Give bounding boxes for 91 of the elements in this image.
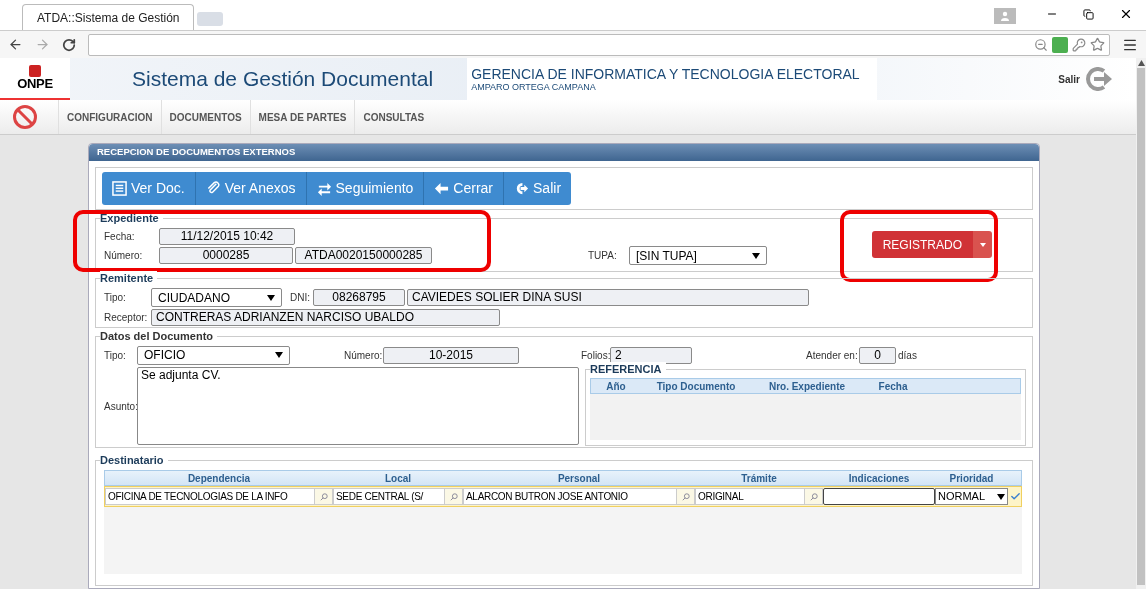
key-icon[interactable] bbox=[1072, 37, 1086, 52]
priority-select[interactable]: NORMAL bbox=[935, 488, 1008, 505]
field-label: DNI: bbox=[290, 291, 311, 305]
read-only-field: 0 bbox=[859, 346, 896, 364]
read-only-field: 0000285 bbox=[159, 247, 293, 264]
app-title: Sistema de Gestión Documental bbox=[132, 66, 434, 93]
scroll-up-icon[interactable] bbox=[1137, 60, 1145, 66]
read-only-field: 08268795 bbox=[313, 289, 405, 306]
select-field[interactable]: OFICIO bbox=[137, 345, 290, 365]
search-icon[interactable] bbox=[314, 489, 332, 504]
field-label: Asunto: bbox=[104, 399, 138, 414]
browser-tab[interactable]: ATDA::Sistema de Gestión bbox=[22, 4, 194, 30]
logo-icon bbox=[29, 65, 41, 77]
caret-icon bbox=[752, 252, 760, 259]
column-header: Fecha bbox=[877, 379, 909, 394]
column-header: Prioridad bbox=[948, 471, 995, 486]
section-legend: Destinatario bbox=[100, 453, 168, 467]
user-name: AMPARO ORTEGA CAMPANA bbox=[471, 82, 597, 92]
dropdown-toggle[interactable] bbox=[973, 231, 992, 258]
read-only-field: 10-2015 bbox=[383, 346, 519, 364]
check-icon[interactable] bbox=[1010, 491, 1021, 502]
menu-item[interactable]: CONSULTAS bbox=[354, 100, 433, 134]
shield-icon[interactable] bbox=[1052, 36, 1068, 53]
arrow-left-icon bbox=[434, 181, 450, 196]
menu-item[interactable]: MESA DE PARTES bbox=[249, 100, 355, 134]
field-label: Tipo: bbox=[104, 348, 127, 363]
caret-icon bbox=[997, 493, 1005, 500]
column-header: Nro. Expediente bbox=[767, 379, 847, 394]
caret-icon bbox=[275, 352, 283, 358]
section-legend: REFERENCIA bbox=[590, 362, 666, 376]
menu-item[interactable]: CONFIGURACION bbox=[58, 100, 161, 134]
toolbar-button[interactable]: Ver Anexos bbox=[195, 172, 307, 205]
read-only-field: 11/12/2015 10:42 bbox=[159, 228, 295, 245]
select-field[interactable]: [SIN TUPA] bbox=[629, 246, 767, 265]
field-label: Tipo: bbox=[104, 291, 127, 305]
paperclip-icon bbox=[205, 181, 221, 196]
field-label: días bbox=[898, 348, 917, 363]
logo-text: ONPE bbox=[17, 77, 53, 91]
back-icon[interactable] bbox=[8, 37, 23, 52]
panel-header: RECEPCION DE DOCUMENTOS EXTERNOS bbox=[89, 144, 1039, 161]
logout-link[interactable]: Salir bbox=[1058, 71, 1080, 87]
star-icon[interactable] bbox=[1090, 37, 1105, 52]
profile-icon[interactable] bbox=[994, 8, 1016, 24]
reload-icon[interactable] bbox=[62, 37, 76, 52]
field-label: Número: bbox=[344, 348, 383, 363]
status-button[interactable]: REGISTRADO bbox=[871, 231, 973, 258]
forward-icon[interactable] bbox=[35, 37, 50, 52]
select-field[interactable]: CIUDADANO bbox=[151, 288, 282, 307]
toolbar-button[interactable]: Ver Doc. bbox=[102, 172, 196, 205]
search-icon[interactable] bbox=[444, 489, 462, 504]
read-only-field: CONTRERAS ADRIANZEN NARCISO UBALDO bbox=[151, 309, 500, 326]
swap-arrows-icon bbox=[316, 181, 332, 196]
field-label: Número: bbox=[104, 249, 144, 263]
toolbar-button[interactable]: Seguimiento bbox=[306, 172, 425, 205]
indications-field[interactable] bbox=[823, 488, 935, 505]
restore-icon[interactable] bbox=[1082, 8, 1094, 20]
column-header: Personal bbox=[556, 471, 602, 486]
logout-icon[interactable] bbox=[1084, 67, 1114, 91]
column-header: Indicaciones bbox=[847, 471, 911, 486]
zoom-out-icon[interactable] bbox=[1034, 37, 1048, 52]
column-header: Año bbox=[605, 379, 627, 394]
list-icon bbox=[112, 181, 127, 196]
column-header: Dependencia bbox=[186, 471, 252, 486]
toolbar-button[interactable]: Cerrar bbox=[424, 172, 505, 205]
close-icon[interactable] bbox=[1119, 7, 1133, 21]
organization-name: GERENCIA DE INFORMATICA Y TECNOLOGIA ELECTORAL bbox=[471, 66, 861, 82]
field-label: Folios: bbox=[581, 348, 610, 363]
field-label: Fecha: bbox=[104, 230, 136, 244]
caret-icon bbox=[267, 294, 275, 301]
tab-title: ATDA::Sistema de Gestión bbox=[37, 9, 180, 27]
column-header: Tipo Documento bbox=[655, 379, 737, 394]
menu-item[interactable]: DOCUMENTOS bbox=[160, 100, 250, 134]
read-only-field: 2 bbox=[610, 346, 692, 364]
scrollbar-thumb[interactable] bbox=[1137, 68, 1145, 585]
read-only-field: ATDA0020150000285 bbox=[295, 247, 432, 264]
section-legend: Datos del Documento bbox=[100, 329, 218, 343]
column-header: Local bbox=[383, 471, 413, 486]
subject-textarea[interactable]: Se adjunta CV. bbox=[137, 367, 579, 445]
exit-icon bbox=[514, 181, 530, 196]
toolbar-button[interactable]: Salir bbox=[504, 172, 572, 205]
search-icon[interactable] bbox=[804, 489, 822, 504]
read-only-field: CAVIEDES SOLIER DINA SUSI bbox=[407, 289, 809, 306]
field-label: TUPA: bbox=[588, 249, 618, 263]
blocked-icon bbox=[12, 104, 38, 130]
search-icon[interactable] bbox=[676, 489, 694, 504]
field-label: Atender en: bbox=[806, 348, 859, 363]
section-legend: Remitente bbox=[100, 271, 158, 285]
address-bar[interactable] bbox=[88, 33, 1110, 56]
column-header: Trámite bbox=[740, 471, 778, 486]
caret-icon bbox=[979, 242, 986, 247]
field-label: Receptor: bbox=[104, 311, 149, 325]
